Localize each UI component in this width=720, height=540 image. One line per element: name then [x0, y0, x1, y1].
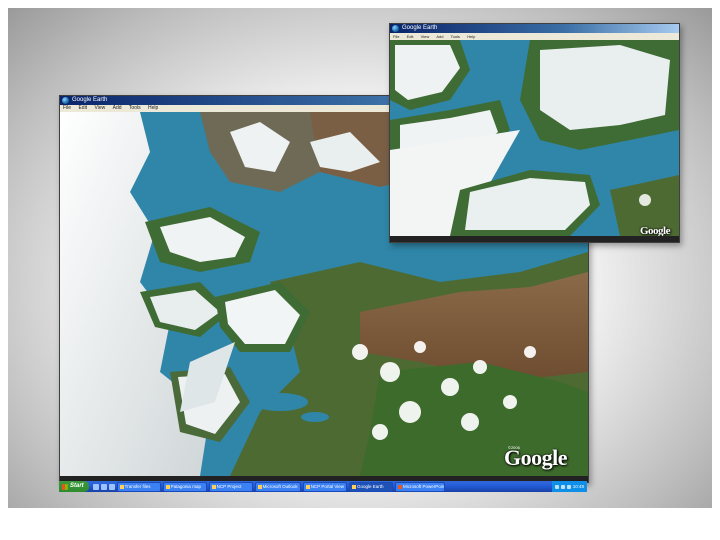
task-icon: [398, 484, 403, 489]
menu-add[interactable]: Add: [113, 105, 122, 111]
taskbar-item[interactable]: Transfer files: [116, 481, 161, 492]
task-label: Microsoft PowerPoint: [403, 483, 446, 489]
tray-volume-icon[interactable]: [560, 484, 565, 489]
menu-tools[interactable]: Tools: [129, 105, 141, 111]
google-earth-app-icon: [392, 25, 399, 32]
menu-help[interactable]: Help: [148, 105, 158, 111]
task-icon: [165, 484, 170, 489]
quicklaunch-desktop-icon[interactable]: [108, 483, 115, 490]
system-tray: 10:48: [551, 481, 587, 492]
menu-add[interactable]: Add: [436, 34, 443, 39]
taskbar-item[interactable]: Microsoft Outlook: [254, 481, 301, 492]
satellite-imagery: [390, 40, 679, 236]
task-label: NCP Project: [216, 483, 242, 489]
status-bar: [390, 236, 679, 242]
google-earth-window-small[interactable]: Google Earth File Edit View Add Tools He…: [389, 23, 680, 243]
quicklaunch-ie-icon[interactable]: [92, 483, 99, 490]
task-label: Microsoft Outlook: [262, 483, 298, 489]
google-earth-app-icon: [62, 97, 69, 104]
satellite-map-view[interactable]: Google: [390, 40, 679, 236]
task-icon: [119, 484, 124, 489]
start-button[interactable]: Start: [59, 481, 89, 492]
taskbar-item[interactable]: Patagonia map: [162, 481, 207, 492]
menu-help[interactable]: Help: [467, 34, 475, 39]
taskbar-item[interactable]: Microsoft PowerPoint: [395, 481, 446, 492]
quicklaunch-outlook-icon[interactable]: [100, 483, 107, 490]
menu-bar: File Edit View Add Tools Help: [390, 33, 679, 40]
tray-clock[interactable]: 10:48: [573, 484, 584, 489]
taskbar-item[interactable]: NCP Project: [208, 481, 253, 492]
task-icon: [352, 484, 357, 489]
windows-taskbar: Start Transfer files Patagonia map NCP P…: [59, 481, 587, 492]
task-label: Google Earth: [357, 483, 384, 489]
windows-logo-icon: [62, 483, 68, 490]
menu-edit[interactable]: Edit: [407, 34, 414, 39]
task-icon: [211, 484, 216, 489]
menu-edit[interactable]: Edit: [78, 105, 87, 111]
google-logo-text: Google: [640, 225, 671, 236]
menu-view[interactable]: View: [421, 34, 430, 39]
menu-tools[interactable]: Tools: [451, 34, 460, 39]
task-label: Transfer files: [124, 483, 151, 489]
google-logo: Google: [640, 225, 671, 236]
copyright-text: ©2006: [508, 445, 520, 450]
task-icon: [257, 484, 262, 489]
taskbar-item-active[interactable]: Google Earth: [349, 481, 394, 492]
menu-file[interactable]: File: [63, 105, 71, 111]
taskbar-item[interactable]: NCP Portal View: [302, 481, 348, 492]
task-label: NCP Portal View: [310, 483, 345, 489]
title-bar[interactable]: Google Earth: [390, 24, 679, 33]
task-label: Patagonia map: [170, 483, 201, 489]
window-title: Google Earth: [402, 25, 438, 31]
tray-security-icon[interactable]: [566, 484, 571, 489]
menu-view[interactable]: View: [94, 105, 105, 111]
tray-network-icon[interactable]: [554, 484, 559, 489]
task-icon: [305, 484, 310, 489]
start-label: Start: [70, 483, 84, 489]
menu-file[interactable]: File: [393, 34, 399, 39]
window-title: Google Earth: [72, 97, 108, 103]
